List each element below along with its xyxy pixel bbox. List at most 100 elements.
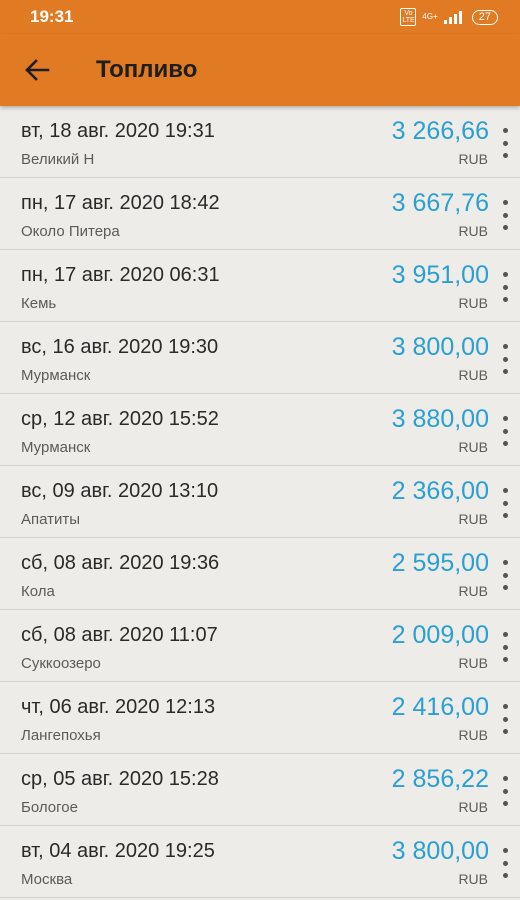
more-vertical-icon-dot bbox=[502, 513, 508, 518]
more-vertical-icon-dot bbox=[502, 788, 508, 794]
more-vertical-icon-dot bbox=[502, 441, 508, 446]
more-vertical-icon-dot bbox=[502, 716, 508, 722]
entry-place: Около Питера bbox=[21, 223, 120, 240]
list-item[interactable]: вс, 09 авг. 2020 13:10 Апатиты 2 366,00 … bbox=[0, 466, 520, 538]
list-item[interactable]: пн, 17 авг. 2020 06:31 Кемь 3 951,00 RUB bbox=[0, 250, 520, 322]
more-vertical-icon-dot bbox=[502, 488, 508, 493]
status-time: 19:31 bbox=[30, 7, 74, 26]
entry-amount: 3 266,66 bbox=[391, 117, 489, 145]
entry-amount: 2 856,22 bbox=[391, 765, 489, 793]
more-vertical-icon-dot bbox=[502, 657, 508, 662]
entry-place: Суккоозеро bbox=[21, 655, 101, 672]
more-vertical-icon-dot bbox=[502, 848, 508, 853]
more-vertical-icon-dot bbox=[502, 212, 508, 218]
volte-top-label: Vo bbox=[404, 10, 413, 17]
list-item[interactable]: вт, 18 авг. 2020 19:31 Великий Н 3 266,6… bbox=[0, 106, 520, 178]
list-item[interactable]: ср, 05 авг. 2020 15:28 Бологое 2 856,22 … bbox=[0, 754, 520, 826]
status-icons: Vo LTE 4G+ 27 bbox=[400, 8, 498, 26]
entry-place: Великий Н bbox=[21, 151, 95, 168]
more-options-button[interactable] bbox=[498, 344, 512, 374]
entry-amount: 2 416,00 bbox=[391, 693, 489, 721]
volte-icon: Vo LTE bbox=[400, 8, 417, 26]
more-vertical-icon-dot bbox=[502, 644, 508, 650]
page-title: Топливо bbox=[96, 56, 198, 83]
more-options-button[interactable] bbox=[498, 200, 512, 230]
more-options-button[interactable] bbox=[498, 848, 512, 878]
entry-place: Мурманск bbox=[21, 439, 91, 456]
entry-currency: RUB bbox=[458, 799, 488, 815]
entry-amount: 2 595,00 bbox=[391, 549, 489, 577]
entry-date: вт, 04 авг. 2020 19:25 bbox=[21, 840, 215, 862]
app-bar: Топливо bbox=[0, 34, 520, 106]
network-type: 4G+ bbox=[422, 12, 438, 21]
entry-place: Бологое bbox=[21, 799, 78, 816]
more-vertical-icon-dot bbox=[502, 344, 508, 349]
more-vertical-icon-dot bbox=[502, 369, 508, 374]
more-vertical-icon-dot bbox=[502, 428, 508, 434]
more-vertical-icon-dot bbox=[502, 272, 508, 277]
volte-bottom-label: LTE bbox=[402, 17, 415, 24]
entry-date: пн, 17 авг. 2020 06:31 bbox=[21, 264, 220, 286]
entry-amount: 3 667,76 bbox=[391, 189, 489, 217]
more-vertical-icon-dot bbox=[502, 729, 508, 734]
more-options-button[interactable] bbox=[498, 488, 512, 518]
entry-date: ср, 12 авг. 2020 15:52 bbox=[21, 408, 219, 430]
more-vertical-icon-dot bbox=[502, 128, 508, 133]
more-vertical-icon-dot bbox=[502, 585, 508, 590]
entry-date: вс, 09 авг. 2020 13:10 bbox=[21, 480, 219, 502]
entry-amount: 3 880,00 bbox=[391, 405, 489, 433]
more-vertical-icon-dot bbox=[502, 416, 508, 421]
entry-place: Апатиты bbox=[21, 511, 81, 528]
entry-amount: 3 951,00 bbox=[391, 261, 489, 289]
more-options-button[interactable] bbox=[498, 128, 512, 158]
more-options-button[interactable] bbox=[498, 272, 512, 302]
entry-currency: RUB bbox=[458, 295, 488, 311]
entry-date: вт, 18 авг. 2020 19:31 bbox=[21, 120, 215, 142]
list-item[interactable]: пн, 17 авг. 2020 18:42 Около Питера 3 66… bbox=[0, 178, 520, 250]
more-options-button[interactable] bbox=[498, 632, 512, 662]
more-vertical-icon-dot bbox=[502, 200, 508, 205]
entry-date: вс, 16 авг. 2020 19:30 bbox=[21, 336, 219, 358]
back-button[interactable] bbox=[0, 34, 74, 106]
entry-currency: RUB bbox=[458, 223, 488, 239]
entry-place: Кола bbox=[21, 583, 55, 600]
entry-amount: 2 366,00 bbox=[391, 477, 489, 505]
more-options-button[interactable] bbox=[498, 560, 512, 590]
signal-icon bbox=[443, 10, 462, 24]
list-item[interactable]: ср, 12 авг. 2020 15:52 Мурманск 3 880,00… bbox=[0, 394, 520, 466]
entry-place: Москва bbox=[21, 871, 73, 888]
list-item[interactable]: вс, 16 авг. 2020 19:30 Мурманск 3 800,00… bbox=[0, 322, 520, 394]
entry-currency: RUB bbox=[458, 727, 488, 743]
status-bar: 19:31 Vo LTE 4G+ 27 bbox=[0, 0, 520, 34]
entry-currency: RUB bbox=[458, 151, 488, 167]
more-vertical-icon-dot bbox=[502, 356, 508, 362]
entry-currency: RUB bbox=[458, 439, 488, 455]
entry-amount: 3 800,00 bbox=[391, 837, 489, 865]
more-options-button[interactable] bbox=[498, 704, 512, 734]
more-options-button[interactable] bbox=[498, 776, 512, 806]
more-vertical-icon-dot bbox=[502, 873, 508, 878]
battery-icon: 27 bbox=[471, 9, 498, 25]
list-item[interactable]: сб, 08 авг. 2020 11:07 Суккоозеро 2 009,… bbox=[0, 610, 520, 682]
entry-currency: RUB bbox=[458, 583, 488, 599]
more-vertical-icon-dot bbox=[502, 560, 508, 565]
more-vertical-icon-dot bbox=[502, 572, 508, 578]
more-vertical-icon-dot bbox=[502, 801, 508, 806]
list-item[interactable]: чт, 06 авг. 2020 12:13 Лангепохья 2 416,… bbox=[0, 682, 520, 754]
more-vertical-icon-dot bbox=[502, 704, 508, 709]
entry-currency: RUB bbox=[458, 871, 488, 887]
entry-date: ср, 05 авг. 2020 15:28 bbox=[21, 768, 219, 790]
more-vertical-icon-dot bbox=[502, 140, 508, 146]
list-item[interactable]: сб, 08 авг. 2020 19:36 Кола 2 595,00 RUB bbox=[0, 538, 520, 610]
more-options-button[interactable] bbox=[498, 416, 512, 446]
fuel-entries-list: вт, 18 авг. 2020 19:31 Великий Н 3 266,6… bbox=[0, 106, 520, 898]
entry-date: чт, 06 авг. 2020 12:13 bbox=[21, 696, 216, 718]
entry-place: Лангепохья bbox=[21, 727, 101, 744]
entry-amount: 2 009,00 bbox=[391, 621, 489, 649]
list-item[interactable]: вт, 04 авг. 2020 19:25 Москва 3 800,00 R… bbox=[0, 826, 520, 898]
entry-place: Мурманск bbox=[21, 367, 91, 384]
entry-place: Кемь bbox=[21, 295, 57, 312]
entry-currency: RUB bbox=[458, 655, 488, 671]
more-vertical-icon-dot bbox=[502, 153, 508, 158]
more-vertical-icon-dot bbox=[502, 500, 508, 506]
